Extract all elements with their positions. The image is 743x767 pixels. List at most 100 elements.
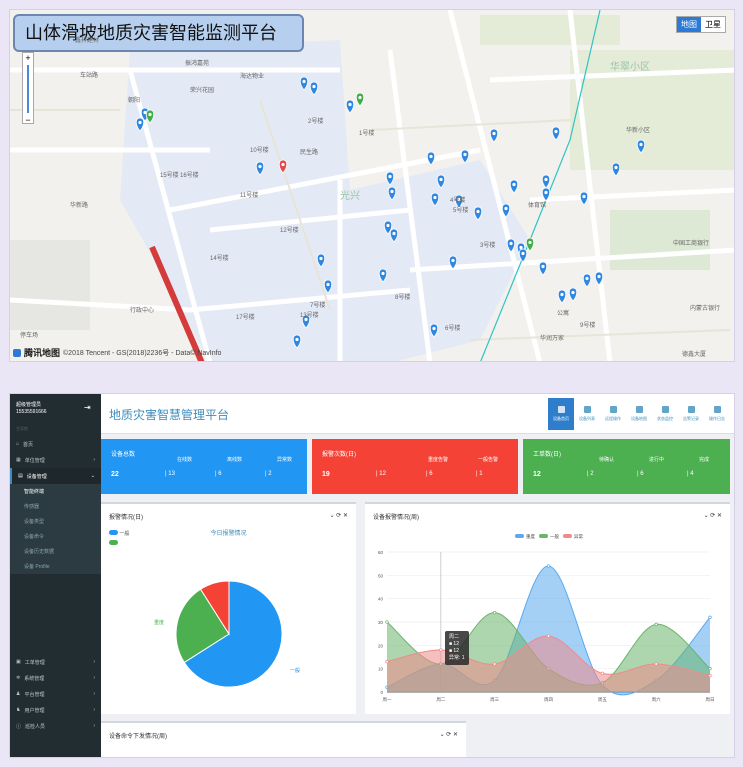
chevron-icon: › [93, 659, 95, 665]
y-tick-label: 10 [378, 667, 384, 672]
sidebar-item-workorder[interactable]: ▣ 工单管理 › [10, 654, 101, 670]
doc-icon [713, 406, 721, 413]
map-place-label: 3号楼 [480, 243, 496, 249]
data-point[interactable] [546, 564, 551, 568]
data-point[interactable] [385, 620, 389, 624]
marker-dot [138, 120, 142, 125]
map-type-satellite[interactable]: 卫星 [701, 17, 725, 32]
submenu-terminal[interactable]: 智能终端 [10, 484, 101, 499]
legend-swatch[interactable] [563, 534, 572, 538]
alarm-weekly-box: 设备报警情况(周) ⌄ ⟳ ✕ 0 10 20 30 40 50 60 周一 周二 周三 周四 周五 周六… [365, 502, 730, 714]
submenu-device-type[interactable]: 设备类型 [10, 514, 101, 529]
data-point[interactable] [708, 615, 712, 619]
sidebar-item-home[interactable]: ⌂ 首页 [10, 436, 101, 452]
map-place-label: 4号楼 [450, 198, 466, 204]
data-point[interactable] [439, 648, 443, 652]
chart-icon [661, 406, 669, 413]
marker-dot [560, 292, 564, 297]
admin-panel: 超级管理员 15535591666 ⇥ 主导航 ⌂ 首页 ▦ 单位管理 › ▤ 设备管理… [9, 393, 735, 758]
box-tools[interactable]: ⌄ ⟳ ✕ [704, 512, 722, 521]
pie-chart[interactable]: 一般 重度 [101, 534, 356, 714]
tab-label: 远程操作 [605, 416, 621, 421]
marker-dot [388, 174, 392, 179]
area-label: 光兴 [340, 191, 360, 202]
sidebar-item-label: 平台管理 [24, 691, 45, 698]
data-point[interactable] [385, 660, 389, 664]
stat-card-workorders[interactable]: 工单数(日) 待确认 进行中 完成 12 | 2 | 6 | 4 [523, 439, 730, 494]
stat-sub-value: 2 [590, 471, 594, 477]
map-place-label: 5号楼 [453, 208, 469, 214]
sidebar-item-inspectors[interactable]: ⓘ 巡检人员 › [10, 718, 101, 734]
stat-sub-value: 6 [429, 471, 433, 477]
y-tick-label: 0 [380, 690, 383, 695]
legend-swatch[interactable] [539, 534, 548, 538]
zoom-slider[interactable] [27, 65, 29, 113]
map-place-label: 民生路 [300, 150, 319, 156]
submenu-device-command[interactable]: 设备命令 [10, 529, 101, 544]
sidebar-item-system[interactable]: ✲ 系统管理 › [10, 670, 101, 686]
map-place-label: 16号楼 [180, 173, 199, 179]
device-icon: ▤ [18, 473, 23, 479]
box-title: 设备报警情况(周) [373, 515, 419, 521]
data-point[interactable] [708, 674, 712, 678]
sidebar-item-label: 首页 [23, 441, 34, 448]
marker-dot [492, 131, 496, 136]
stat-sub-label: 重度告警 [428, 457, 449, 463]
tooltip-row: 12 [453, 641, 459, 647]
marker-dot [504, 206, 508, 211]
map-place-label: 振鸿嘉苑 [185, 61, 210, 67]
data-point[interactable] [493, 611, 497, 615]
copyright-text: ©2018 Tencent - GS(2018)2236号 - Data© Na… [63, 349, 222, 357]
map-panel[interactable]: 山体滑坡地质灾害智能监测平台 地图 卫星 + − 光兴 华翠小区 车站路 鑫祥建材… [9, 9, 735, 362]
map-type-map[interactable]: 地图 [677, 17, 701, 32]
submenu-profile[interactable]: 设备 Profile [10, 559, 101, 574]
stat-total: 12 [533, 471, 541, 478]
data-point[interactable] [600, 671, 604, 675]
stat-card-alarms[interactable]: 报警次数(日) 重度告警 一般告警 19 | 12 | 6 | 1 [312, 439, 518, 494]
tab-monitor[interactable]: 状态监控 [652, 398, 678, 430]
sidebar-item-label: 工单管理 [24, 659, 45, 666]
home-icon: ⌂ [16, 441, 20, 447]
data-point[interactable] [493, 662, 497, 666]
data-point[interactable] [708, 667, 712, 671]
legend-swatch[interactable] [515, 534, 524, 538]
stat-sub-label: 离线数 [227, 457, 243, 463]
sidebar-item-unit[interactable]: ▦ 单位管理 › [10, 452, 101, 468]
marker-dot [528, 240, 532, 245]
submenu-history[interactable]: 设备历史数据 [10, 544, 101, 559]
sidebar-item-platform[interactable]: ♟ 平台管理 › [10, 686, 101, 702]
data-point[interactable] [654, 622, 658, 626]
map-type-switch[interactable]: 地图 卫星 [676, 16, 726, 33]
box-tools[interactable]: ⌄ ⟳ ✕ [330, 512, 348, 521]
sidebar-item-label: 设备管理 [26, 473, 47, 480]
stat-card-devices[interactable]: 设备总数 在线数 离线数 异常数 22 | 13 | 6 | 2 [101, 439, 307, 494]
data-point[interactable] [546, 634, 551, 638]
logout-icon[interactable]: ⇥ [84, 404, 91, 412]
map-place-label: 体育馆 [528, 203, 547, 209]
tab-log[interactable]: 操作日志 [704, 398, 730, 430]
marker-dot [597, 274, 601, 279]
map-place-label: 8号楼 [395, 295, 411, 301]
tab-device-home[interactable]: 设备首页 [548, 398, 574, 430]
tab-map[interactable]: 设备地图 [626, 398, 652, 430]
zoom-in-button[interactable]: + [23, 53, 33, 63]
zoom-control[interactable]: + − [22, 52, 34, 125]
zoom-out-button[interactable]: − [23, 115, 33, 125]
marker-dot [512, 182, 516, 187]
area-chart[interactable]: 0102030405060周一 周二 周三 周四 周五 周六 周日重度 一般 异常 [365, 524, 730, 714]
sidebar-item-device[interactable]: ▤ 设备管理 ⌄ [10, 468, 101, 484]
tab-device-list[interactable]: 设备列表 [574, 398, 600, 430]
stat-sub-value: 1 [479, 471, 483, 477]
sidebar-item-users[interactable]: ♞ 用户管理 › [10, 702, 101, 718]
stat-sub-label: 进行中 [649, 457, 665, 463]
box-tools[interactable]: ⌄ ⟳ ✕ [440, 731, 458, 740]
tab-alarm[interactable]: 告警记录 [678, 398, 704, 430]
area-label: 华翠小区 [610, 62, 650, 73]
tab-remote[interactable]: 远程操作 [600, 398, 626, 430]
x-tick-label: 周三 [490, 697, 499, 703]
data-point[interactable] [654, 662, 658, 666]
stat-sub-label: 完成 [699, 457, 710, 463]
submenu-sensor[interactable]: 传感器 [10, 499, 101, 514]
command-weekly-box: 设备命令下发情况(周) ⌄ ⟳ ✕ [101, 721, 466, 757]
chevron-icon: › [93, 457, 95, 463]
